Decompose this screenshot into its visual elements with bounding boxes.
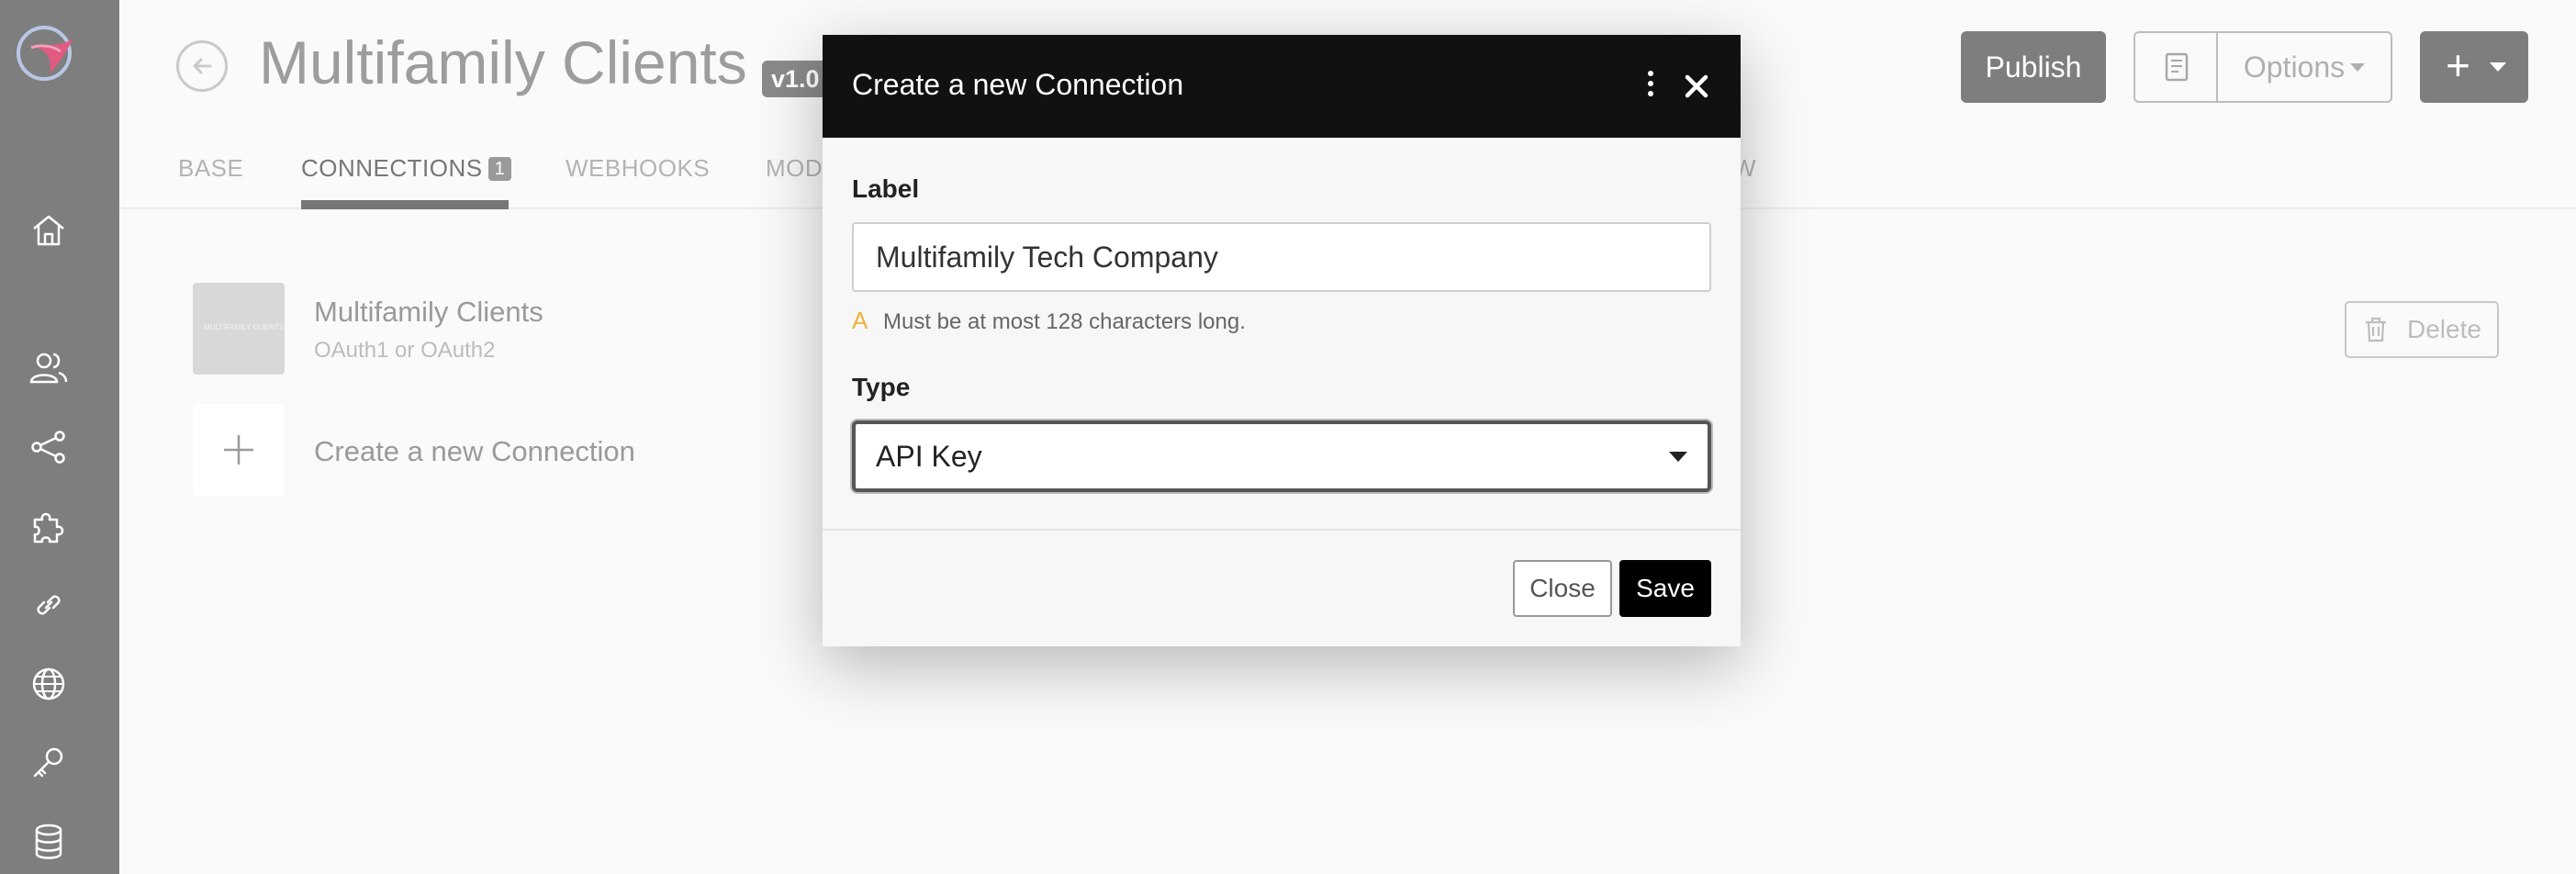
label-field-label: Label [852, 174, 920, 203]
type-select[interactable]: API Key [852, 420, 1711, 492]
chevron-down-icon [1669, 452, 1687, 462]
delete-button[interactable]: Delete [2345, 301, 2499, 358]
plus-icon [224, 435, 253, 465]
tab-base[interactable]: BASE [178, 154, 243, 183]
create-connection-button[interactable] [193, 404, 285, 496]
link-icon[interactable] [28, 584, 70, 626]
app-logo-icon[interactable] [13, 20, 79, 86]
tab-connections-label: CONNECTIONS [301, 154, 483, 182]
tab-connections[interactable]: CONNECTIONS 1 [301, 154, 512, 183]
key-icon[interactable] [28, 742, 70, 784]
publish-button[interactable]: Publish [1961, 31, 2106, 103]
home-icon[interactable] [28, 209, 70, 252]
warning-icon: A [852, 307, 868, 334]
chevron-down-icon [2350, 63, 2366, 72]
label-input[interactable]: Multifamily Tech Company [852, 222, 1711, 292]
save-button[interactable]: Save [1619, 560, 1711, 617]
version-badge: v1.0 [762, 61, 829, 97]
chevron-down-icon [2490, 62, 2506, 72]
page-title: Multifamily Clients [259, 28, 747, 96]
back-button[interactable] [176, 40, 228, 92]
modal-title: Create a new Connection [852, 68, 1184, 101]
close-button[interactable]: Close [1513, 560, 1612, 617]
close-icon[interactable] [1684, 73, 1709, 99]
modal-header: Create a new Connection [823, 35, 1741, 138]
delete-label: Delete [2407, 315, 2481, 343]
type-field-label: Type [852, 373, 911, 401]
create-connection-modal: Create a new Connection Label Multifamil… [823, 35, 1741, 646]
connection-thumbnail: MULTIFAMILY CLIENTS [193, 283, 285, 375]
tab-connections-count: 1 [487, 157, 512, 181]
database-icon[interactable] [28, 821, 70, 863]
sidebar [0, 0, 119, 874]
puzzle-icon[interactable] [28, 505, 70, 547]
label-hint: A Must be at most 128 characters long. [852, 307, 1246, 335]
tab-modules[interactable]: MOD [766, 154, 823, 183]
plus-icon: + [2446, 41, 2470, 89]
connection-name[interactable]: Multifamily Clients [314, 296, 543, 329]
docs-button[interactable] [2135, 33, 2218, 101]
create-connection-label[interactable]: Create a new Connection [314, 435, 635, 468]
add-dropdown-button[interactable]: + [2420, 31, 2528, 103]
label-hint-text: Must be at most 128 characters long. [883, 309, 1246, 334]
type-select-value: API Key [876, 440, 982, 473]
active-tab-indicator [301, 200, 509, 209]
options-button-group: Options [2134, 31, 2392, 103]
options-dropdown[interactable]: Options [2218, 33, 2391, 101]
trash-icon [2366, 317, 2386, 342]
more-options-icon[interactable] [1645, 70, 1656, 97]
connection-type: OAuth1 or OAuth2 [314, 338, 496, 363]
share-icon[interactable] [28, 426, 70, 468]
tab-webhooks[interactable]: WEBHOOKS [566, 154, 710, 183]
book-icon [2165, 52, 2189, 82]
users-icon[interactable] [28, 347, 70, 389]
modal-divider [823, 529, 1741, 531]
arrow-left-icon [193, 58, 212, 74]
options-label: Options [2243, 50, 2346, 84]
globe-icon[interactable] [28, 663, 70, 705]
